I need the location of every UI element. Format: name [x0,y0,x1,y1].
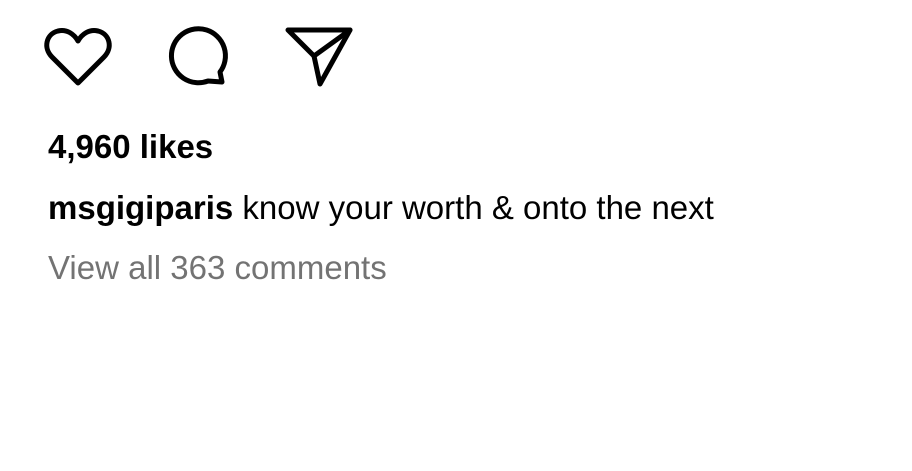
caption-text: know your worth & onto the next [242,189,714,226]
likes-count[interactable]: 4,960 likes [48,127,213,167]
post-caption: msgigiparis know your worth & onto the n… [48,188,714,228]
comment-icon[interactable] [160,20,236,92]
paper-plane-icon[interactable] [280,20,356,92]
caption-username[interactable]: msgigiparis [48,189,233,226]
view-all-comments-link[interactable]: View all 363 comments [48,248,387,288]
heart-icon[interactable] [40,20,116,92]
post-action-bar [40,20,400,92]
